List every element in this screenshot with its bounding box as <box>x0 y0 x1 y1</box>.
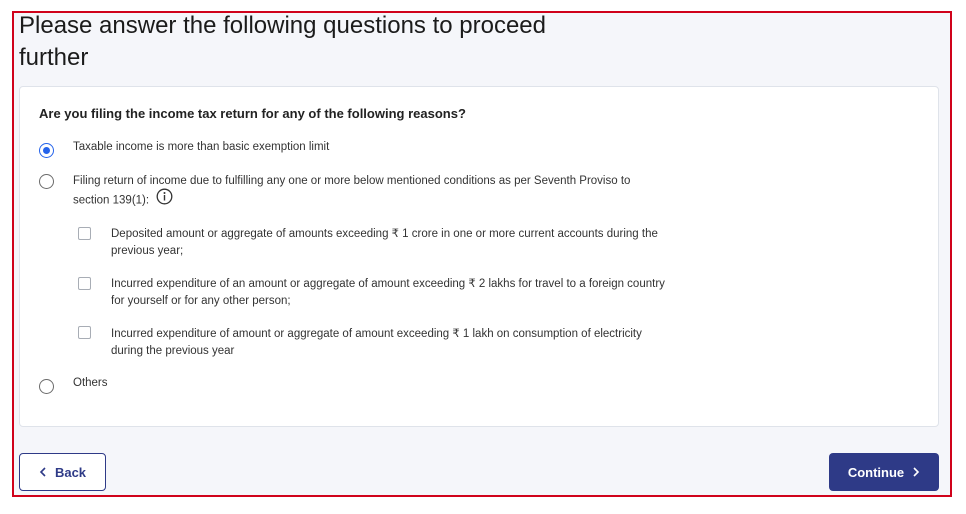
condition-foreign-travel: Incurred expenditure of an amount or agg… <box>111 276 671 310</box>
option-label-others: Others <box>73 377 108 389</box>
condition-2-line-2: for yourself or for any other person; <box>111 295 291 307</box>
info-icon[interactable] <box>156 188 173 211</box>
radio-others[interactable] <box>39 379 54 394</box>
chevron-left-icon <box>39 466 47 479</box>
back-button-label: Back <box>54 464 87 480</box>
option-label-taxable-income: Taxable income is more than basic exempt… <box>73 141 330 153</box>
radio-seventh-proviso[interactable] <box>39 174 54 189</box>
checkbox-current-account-deposit[interactable] <box>78 227 91 240</box>
page-title-line-1: Please answer the following questions to… <box>19 12 546 39</box>
radio-taxable-income[interactable] <box>39 143 54 158</box>
chevron-right-icon <box>912 466 920 479</box>
back-button[interactable]: Back <box>19 453 106 491</box>
page-title-line-2: further <box>19 44 89 71</box>
continue-button-label: Continue <box>847 464 905 480</box>
option-label-seventh-proviso: Filing return of income due to fulfillin… <box>73 173 653 211</box>
condition-1-line-1: Deposited amount or aggregate of amounts… <box>111 228 658 240</box>
page-title: Please answer the following questions to… <box>19 10 619 74</box>
condition-3-line-1: Incurred expenditure of amount or aggreg… <box>111 328 642 340</box>
question-text: Are you filing the income tax return for… <box>39 106 466 121</box>
condition-1-line-2: previous year; <box>111 245 184 257</box>
option-label-seventh-proviso-line-1: Filing return of income due to fulfillin… <box>73 175 631 187</box>
condition-electricity: Incurred expenditure of amount or aggreg… <box>111 326 671 360</box>
checkbox-electricity[interactable] <box>78 326 91 339</box>
checkbox-foreign-travel[interactable] <box>78 277 91 290</box>
condition-2-line-1: Incurred expenditure of an amount or agg… <box>111 278 665 290</box>
continue-button[interactable]: Continue <box>829 453 939 491</box>
condition-current-account-deposit: Deposited amount or aggregate of amounts… <box>111 226 671 260</box>
option-label-seventh-proviso-line-2: section 139(1): <box>73 194 150 207</box>
condition-3-line-2: during the previous year <box>111 345 235 357</box>
